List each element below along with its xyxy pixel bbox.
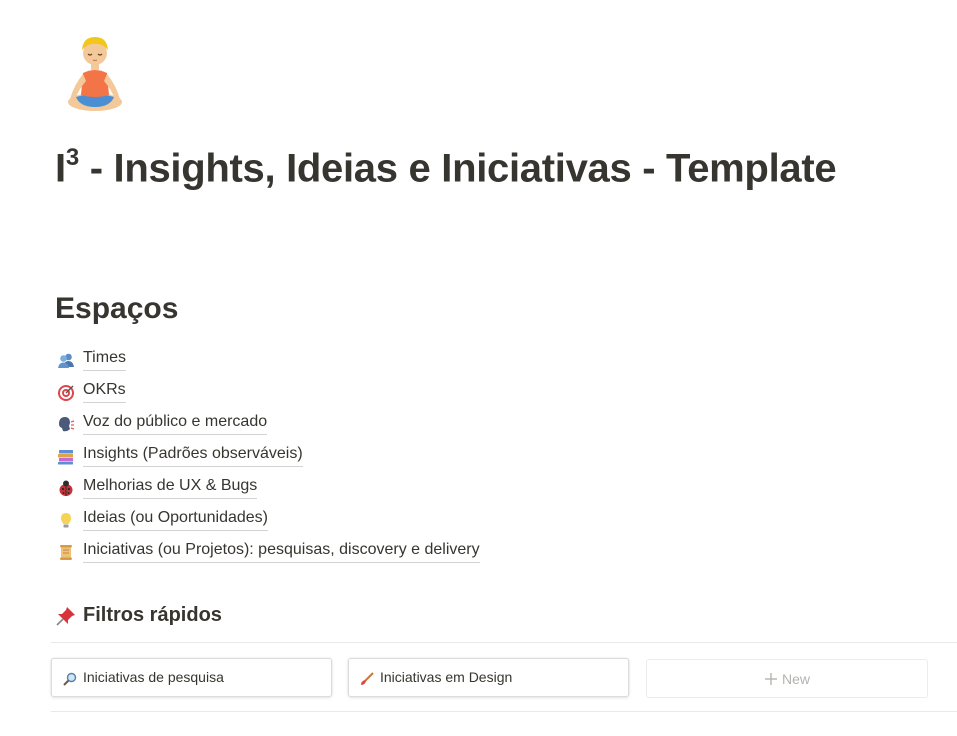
new-button[interactable]: New	[646, 659, 928, 698]
link-okrs[interactable]: OKRs	[56, 375, 480, 407]
speaking-head-icon	[59, 417, 75, 432]
spaces-link-list: Times OKRs Voz do público e mercado Insi…	[56, 343, 480, 567]
filter-card-label[interactable]: Iniciativas em Design	[380, 669, 512, 686]
link-label[interactable]: Insights (Padrões observáveis)	[83, 444, 303, 467]
link-iniciativas[interactable]: Iniciativas (ou Projetos): pesquisas, di…	[56, 535, 480, 567]
link-label[interactable]: Times	[83, 348, 126, 371]
magnifier-icon	[63, 672, 77, 686]
link-ideias[interactable]: Ideias (ou Oportunidades)	[56, 503, 480, 535]
divider	[51, 642, 957, 643]
link-insights[interactable]: Insights (Padrões observáveis)	[56, 439, 480, 471]
filter-card-design[interactable]: Iniciativas em Design	[348, 658, 629, 697]
link-label[interactable]: OKRs	[83, 380, 126, 403]
target-icon	[58, 385, 74, 401]
scroll-icon	[60, 545, 72, 560]
filter-card-pesquisa[interactable]: Iniciativas de pesquisa	[51, 658, 332, 697]
page-title[interactable]: I3 - Insights, Ideias e Iniciativas - Te…	[55, 144, 837, 191]
busts-icon	[58, 353, 74, 368]
link-melhorias-ux-bugs[interactable]: Melhorias de UX & Bugs	[56, 471, 480, 503]
ladybug-icon	[59, 480, 73, 496]
spaces-heading: Espaços	[55, 292, 179, 325]
books-icon	[58, 450, 73, 465]
link-label[interactable]: Iniciativas (ou Projetos): pesquisas, di…	[83, 540, 480, 563]
link-label[interactable]: Voz do público e mercado	[83, 412, 268, 435]
filter-card-label[interactable]: Iniciativas de pesquisa	[83, 669, 224, 686]
link-times[interactable]: Times	[56, 343, 480, 375]
filters-heading: Filtros rápidos	[55, 604, 222, 627]
pushpin-icon	[56, 606, 75, 626]
paintbrush-icon	[361, 672, 374, 685]
lightbulb-icon	[61, 513, 71, 528]
link-label[interactable]: Ideias (ou Oportunidades)	[83, 508, 268, 531]
link-label[interactable]: Melhorias de UX & Bugs	[83, 476, 258, 499]
filters-heading-text: Filtros rápidos	[83, 604, 222, 626]
divider	[51, 711, 957, 712]
new-button-label[interactable]: New	[782, 671, 810, 687]
link-voz-do-publico[interactable]: Voz do público e mercado	[56, 407, 480, 439]
meditating-person-icon	[68, 37, 122, 111]
plus-icon	[764, 672, 777, 685]
